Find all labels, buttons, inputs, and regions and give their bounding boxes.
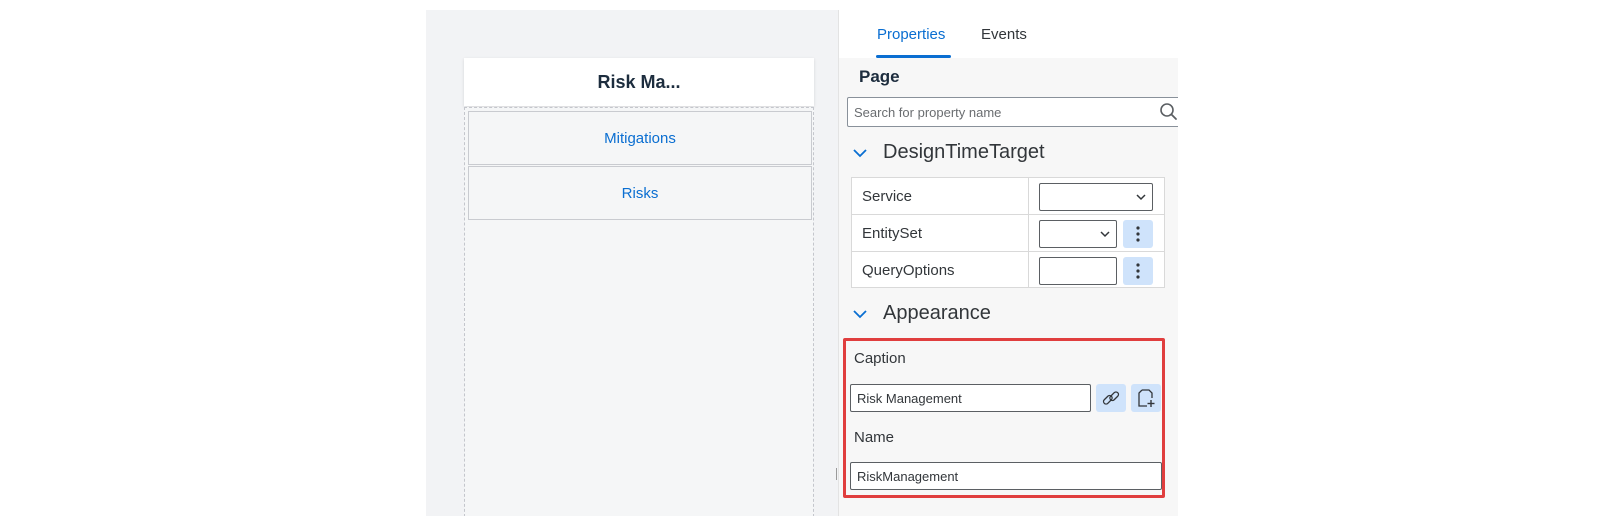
link-icon bbox=[1102, 391, 1120, 405]
queryoptions-more-button[interactable] bbox=[1123, 257, 1153, 285]
properties-panel: Properties Events Page DesignTimeTarget … bbox=[838, 10, 1178, 516]
chevron-down-icon bbox=[1136, 194, 1146, 201]
name-input[interactable] bbox=[850, 462, 1162, 490]
group-title-appearance: Appearance bbox=[883, 302, 991, 324]
tab-events[interactable]: Events bbox=[981, 26, 1027, 43]
caption-add-i18n-button[interactable] bbox=[1131, 384, 1161, 412]
property-label-entityset: EntitySet bbox=[862, 225, 923, 242]
designtimetarget-table: Service EntitySet QueryOptions bbox=[851, 177, 1165, 288]
entityset-more-button[interactable] bbox=[1123, 220, 1153, 248]
property-search-input[interactable] bbox=[847, 97, 1178, 127]
section-title: Page bbox=[859, 67, 900, 86]
preview-canvas: Risk Ma... Mitigations Risks bbox=[426, 10, 838, 516]
panel-tabs: Properties Events bbox=[839, 10, 1178, 58]
more-vertical-icon bbox=[1136, 226, 1140, 242]
search-icon[interactable] bbox=[1159, 102, 1178, 122]
chevron-down-icon bbox=[853, 148, 867, 157]
caption-input[interactable] bbox=[850, 384, 1091, 412]
caption-bind-button[interactable] bbox=[1096, 384, 1126, 412]
name-label: Name bbox=[854, 429, 895, 446]
caption-label: Caption bbox=[854, 350, 906, 367]
group-header-designtimetarget[interactable]: DesignTimeTarget bbox=[851, 141, 1045, 164]
group-header-appearance[interactable]: Appearance bbox=[851, 302, 991, 325]
queryoptions-input[interactable] bbox=[1039, 257, 1117, 285]
preview-page-title: Risk Ma... bbox=[464, 58, 814, 106]
tab-properties[interactable]: Properties bbox=[877, 26, 945, 43]
chevron-down-icon bbox=[1100, 231, 1110, 238]
property-label-queryoptions: QueryOptions bbox=[862, 262, 955, 279]
property-row-service: Service bbox=[852, 178, 1164, 215]
add-file-icon bbox=[1138, 389, 1155, 407]
service-select[interactable] bbox=[1039, 183, 1153, 211]
entityset-select[interactable] bbox=[1039, 220, 1117, 248]
active-tab-indicator bbox=[876, 55, 951, 58]
property-row-queryoptions: QueryOptions bbox=[852, 252, 1164, 289]
preview-item-risks[interactable]: Risks bbox=[468, 166, 812, 220]
preview-item-mitigations[interactable]: Mitigations bbox=[468, 111, 812, 165]
more-vertical-icon bbox=[1136, 263, 1140, 279]
group-title-designtimetarget: DesignTimeTarget bbox=[883, 141, 1045, 163]
chevron-down-icon bbox=[853, 309, 867, 318]
property-label-service: Service bbox=[862, 188, 913, 205]
preview-page-body: Mitigations Risks bbox=[464, 107, 814, 516]
property-row-entityset: EntitySet bbox=[852, 215, 1164, 252]
